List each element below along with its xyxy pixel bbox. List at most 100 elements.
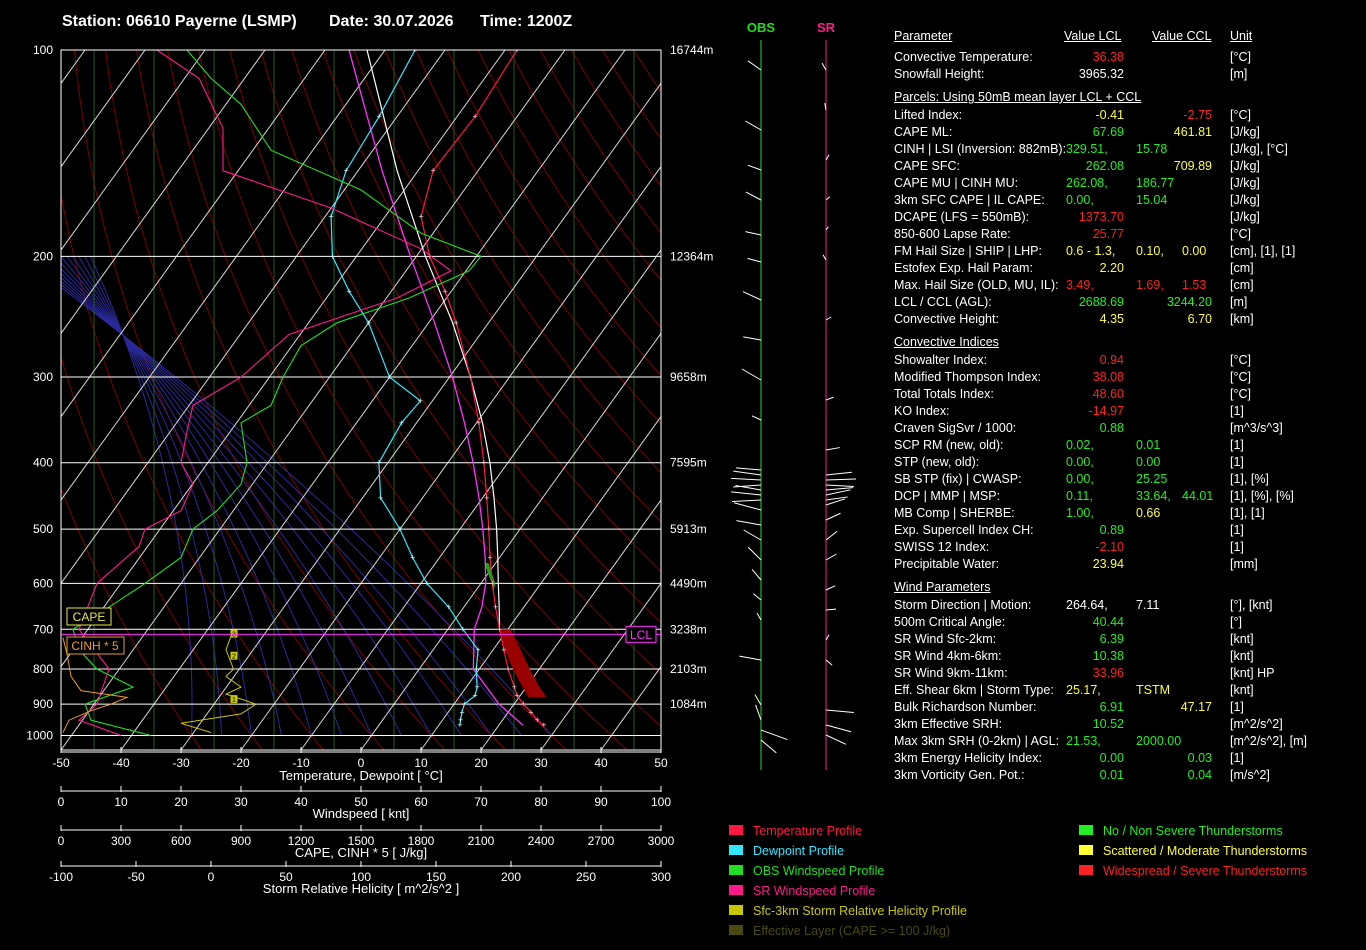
row-unit: [cm] (1230, 278, 1254, 292)
row-label: LCL / CCL (AGL): (894, 295, 992, 309)
temperature-point: + (468, 372, 473, 382)
row-value-lcl: 2.20 (1099, 261, 1124, 275)
temperature-point: + (487, 553, 492, 563)
temperature-point: + (454, 318, 459, 328)
cape-tick-label: 600 (171, 834, 191, 848)
table-row: Craven SigSvr / 1000: 0.88 [m^3/s^3] (894, 420, 1314, 437)
temperature-tick-label: 20 (474, 756, 488, 770)
table-row: Total Totals Index: 48.60 [°C] (894, 386, 1314, 403)
isotherm (660, 749, 661, 750)
obs-wind-barb (756, 612, 762, 621)
section-title: Wind Parameters (894, 580, 991, 594)
row-unit: [°C] (1230, 370, 1251, 384)
row-value-2: 15.04 (1136, 193, 1168, 207)
row-value-lcl: 40.44 (1092, 615, 1124, 629)
row-unit: [J/kg] (1230, 210, 1260, 224)
dewpoint-point: + (366, 318, 371, 328)
cape-tick-label: 300 (111, 834, 131, 848)
pressure-tick-label: 600 (33, 576, 53, 590)
dewpoint-point: + (475, 645, 480, 655)
skew-t-chart: + + + + + + + + + + + + + + + + + + + + + + + + + + + + + + + + + + + + + + + +… (26, 43, 731, 896)
pressure-tick-label: 500 (33, 522, 53, 536)
header-value-ccl: Value CCL (1152, 29, 1212, 43)
obs-wind-barb (736, 520, 762, 526)
table-row: MB Comp | SHERBE: 1.00, 0.66 [1], [1] (894, 505, 1314, 522)
dry-adiabat (601, 50, 661, 140)
windspeed-tick-label: 0 (58, 795, 65, 809)
row-label: SWISS 12 Index: (894, 540, 990, 554)
table-row: Bulk Richardson Number: 6.91 47.17 [1] (894, 699, 1314, 716)
dry-adiabat (665, 50, 731, 750)
row-unit: [J/kg] (1230, 193, 1260, 207)
table-row: LCL / CCL (AGL): 2688.69 3244.20 [m] (894, 294, 1314, 311)
row-unit: [m^2/s^2], [m] (1230, 734, 1308, 748)
dewpoint-point: + (462, 699, 467, 709)
dry-adiabat (539, 50, 661, 234)
row-value-1: 0.00, (1066, 193, 1094, 207)
cape-axis-title: CAPE, CINH * 5 [ J/kg] (295, 845, 427, 860)
table-row: Snowfall Height: 3965.32 [m] (894, 66, 1314, 83)
legend-label: Widespread / Severe Thunderstorms (1103, 864, 1308, 878)
row-value-2: 186.77 (1136, 176, 1175, 190)
temperature-point: + (541, 720, 546, 730)
row-unit: [°], [knt] (1230, 598, 1273, 612)
row-value-ccl: 3244.20 (1166, 295, 1212, 309)
isotherm (360, 332, 661, 750)
row-unit: [°C] (1230, 50, 1251, 64)
row-value-lcl: 10.38 (1092, 649, 1124, 663)
row-value-2: 0.10, (1136, 244, 1164, 258)
dewpoint-point: + (418, 396, 423, 406)
temperature-point: + (497, 624, 502, 634)
legend-label: Sfc-3km Storm Relative Helicity Profile (753, 904, 967, 918)
row-unit: [J/kg] (1230, 176, 1260, 190)
dry-adiabat (570, 50, 661, 187)
table-row: SR Wind 9km-11km: 33.96 [knt] HP (894, 665, 1314, 682)
row-label: STP (new, old): (894, 455, 980, 469)
dry-adiabat (322, 50, 661, 573)
obs-wind-barb (751, 568, 762, 581)
row-value-2: 25.25 (1136, 472, 1168, 486)
obs-wind-barb (745, 231, 762, 236)
temperature-tick-label: -50 (52, 756, 70, 770)
row-value-1: 329.51, (1066, 142, 1108, 156)
height-tick-label: 1084m (670, 697, 707, 711)
row-label: Estofex Exp. Hail Param: (894, 261, 1033, 275)
windspeed-tick-label: 90 (594, 795, 608, 809)
row-unit: [m] (1230, 67, 1248, 81)
dewpoint-point: + (343, 166, 348, 176)
dewpoint-point: + (377, 111, 382, 121)
srh-tick-label: 250 (576, 870, 596, 884)
obs-wind-barb (753, 593, 762, 601)
table-row: DCAPE (LFS = 550mB): 1373.70 [J/kg] (894, 209, 1314, 226)
row-label: DCAPE (LFS = 550mB): (894, 210, 1030, 224)
row-unit: [J/kg] (1230, 125, 1260, 139)
srh-tick-label: 300 (651, 870, 671, 884)
table-row: Eff. Shear 6km | Storm Type: 25.17, TSTM [k… (894, 682, 1314, 699)
pressure-tick-label: 900 (33, 697, 53, 711)
pressure-tick-label: 200 (33, 249, 53, 263)
table-row: 3km Vorticity Gen. Pot.: 0.01 0.04 [m/s^2] (894, 767, 1314, 784)
row-value-lcl: 0.88 (1099, 421, 1124, 435)
legend-swatch (1079, 845, 1093, 855)
temperature-axis-title: Temperature, Dewpoint [ °C] (279, 768, 442, 783)
sr-wind-barb (825, 724, 852, 733)
obs-wind-barb (747, 546, 762, 561)
legend-swatch (729, 925, 743, 935)
dry-adiabat (61, 355, 263, 750)
row-value-1: 3.49, (1066, 278, 1094, 292)
dewpoint-point: + (397, 524, 402, 534)
wind-profile-columns: OBS SR (731, 20, 856, 770)
row-value-lcl: 48.60 (1092, 387, 1124, 401)
dry-adiabat (415, 50, 661, 425)
temperature-tick-label: -20 (232, 756, 250, 770)
row-label: FM Hail Size | SHIP | LHP: (894, 244, 1042, 258)
row-value-1: 0.6 - 1.3, (1066, 244, 1116, 258)
table-row: SR Wind 4km-6km: 10.38 [knt] (894, 648, 1314, 665)
legend-label: Temperature Profile (753, 824, 863, 838)
row-unit: [1] (1230, 751, 1244, 765)
row-unit: [mm] (1230, 557, 1258, 571)
row-label: SCP RM (new, old): (894, 438, 1004, 452)
windspeed-tick-label: 70 (474, 795, 488, 809)
row-unit: [knt] HP (1230, 666, 1275, 680)
sr-wind-barb (825, 484, 854, 487)
